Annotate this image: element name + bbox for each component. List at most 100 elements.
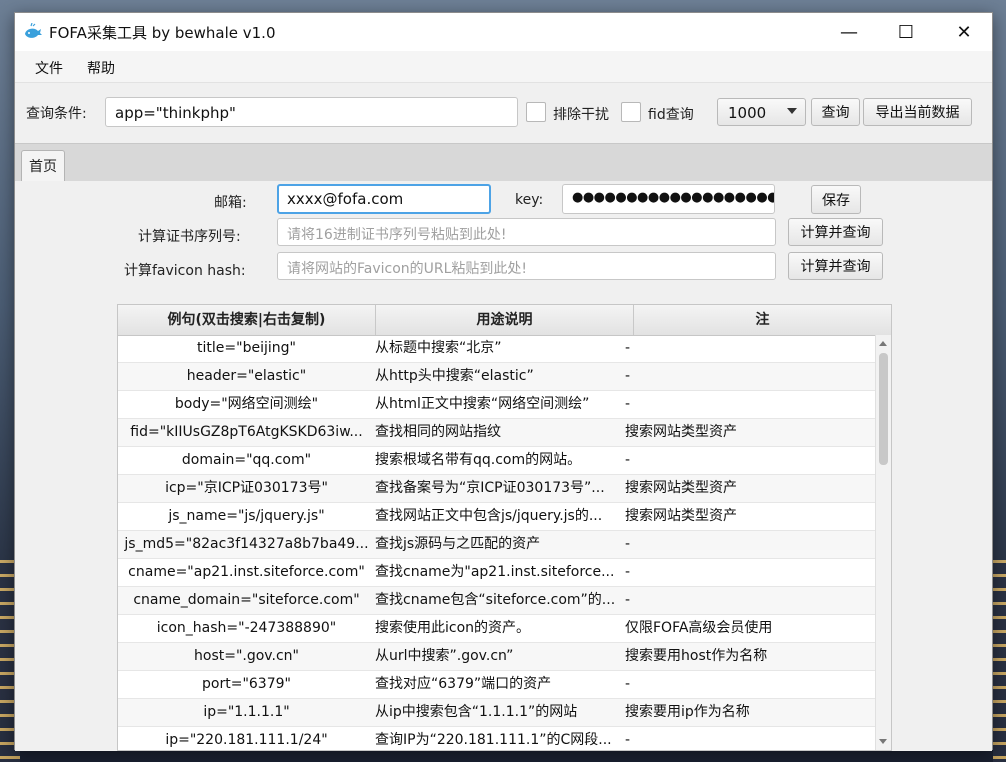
cell-example[interactable]: title="beijing" [118, 335, 375, 362]
menu-help[interactable]: 帮助 [87, 58, 115, 78]
cell-example[interactable]: ip="220.181.111.1/24" [118, 727, 375, 750]
tab-home[interactable]: 首页 [21, 150, 65, 181]
cell-example[interactable]: host=".gov.cn" [118, 643, 375, 670]
cell-usage[interactable]: 从url中搜索”.gov.cn” [375, 643, 621, 670]
table-row[interactable]: title="beijing" 从标题中搜索“北京” - [118, 335, 877, 363]
menu-bar: 文件 帮助 [15, 51, 992, 83]
table-row[interactable]: host=".gov.cn" 从url中搜索”.gov.cn” 搜索要用host作为… [118, 643, 877, 671]
cell-example[interactable]: cname="ap21.inst.siteforce.com" [118, 559, 375, 586]
table-header: 例句(双击搜索|右击复制) 用途说明 注 [118, 305, 891, 336]
cell-example[interactable]: fid="kIIUsGZ8pT6AtgKSKD63iw... [118, 419, 375, 446]
exclude-label: 排除干扰 [553, 107, 609, 123]
table-row[interactable]: js_name="js/jquery.js" 查找网站正文中包含js/jquery… [118, 503, 877, 531]
column-header-usage[interactable]: 用途说明 [376, 305, 634, 335]
column-header-example[interactable]: 例句(双击搜索|右击复制) [118, 305, 376, 335]
key-label: key: [515, 192, 544, 208]
cell-note[interactable]: - [623, 727, 877, 750]
cell-usage[interactable]: 查找cname为"ap21.inst.siteforce... [375, 559, 621, 586]
cell-example[interactable]: icon_hash="-247388890" [118, 615, 375, 642]
cell-note[interactable]: - [623, 559, 877, 586]
cell-example[interactable]: cname_domain="siteforce.com" [118, 587, 375, 614]
table-row[interactable]: cname_domain="siteforce.com" 查找cname包含“si… [118, 587, 877, 615]
email-label: 邮箱: [214, 195, 247, 211]
scroll-up-icon[interactable] [879, 341, 887, 346]
cell-example[interactable]: domain="qq.com" [118, 447, 375, 474]
window-title: FOFA采集工具 by bewhale v1.0 [49, 24, 276, 42]
key-field[interactable]: ●●●●●●●●●●●●●●●●●●●●● [562, 184, 775, 214]
table-row[interactable]: ip="1.1.1.1" 从ip中搜索包含“1.1.1.1”的网站 搜索要用ip作为… [118, 699, 877, 727]
cell-usage[interactable]: 查找网站正文中包含js/jquery.js的... [375, 503, 621, 530]
cell-usage[interactable]: 从http头中搜索“elastic” [375, 363, 621, 390]
column-header-note[interactable]: 注 [634, 305, 891, 335]
fid-label: fid查询 [648, 107, 694, 123]
cell-usage[interactable]: 查找对应“6379”端口的资产 [375, 671, 621, 698]
close-button[interactable]: ✕ [935, 13, 993, 51]
minimize-button[interactable]: — [820, 13, 878, 51]
table-row[interactable]: domain="qq.com" 搜索根域名带有qq.com的网站。 - [118, 447, 877, 475]
cell-note[interactable]: - [623, 391, 877, 418]
cell-note[interactable]: 仅限FOFA高级会员使用 [623, 615, 877, 642]
chevron-down-icon [787, 108, 797, 114]
export-button[interactable]: 导出当前数据 [863, 98, 972, 126]
query-button[interactable]: 查询 [811, 98, 860, 126]
cell-note[interactable]: - [623, 587, 877, 614]
scroll-thumb[interactable] [879, 353, 888, 465]
cell-note[interactable]: 搜索要用host作为名称 [623, 643, 877, 670]
cell-example[interactable]: js_md5="82ac3f14327a8b7ba49... [118, 531, 375, 558]
table-row[interactable]: header="elastic" 从http头中搜索“elastic” - [118, 363, 877, 391]
count-select[interactable]: 1000 [717, 98, 806, 126]
cell-example[interactable]: icp="京ICP证030173号" [118, 475, 375, 502]
desktop-background-right [993, 560, 1006, 762]
menu-file[interactable]: 文件 [35, 58, 63, 78]
favicon-calc-button[interactable]: 计算并查询 [788, 252, 883, 280]
table-row[interactable]: body="网络空间测绘" 从html正文中搜索“网络空间测绘” - [118, 391, 877, 419]
tab-strip: 首页 [15, 143, 992, 182]
cell-example[interactable]: header="elastic" [118, 363, 375, 390]
table-row[interactable]: fid="kIIUsGZ8pT6AtgKSKD63iw... 查找相同的网站指纹搜… [118, 419, 877, 447]
save-button[interactable]: 保存 [811, 185, 861, 214]
cell-example[interactable]: port="6379" [118, 671, 375, 698]
cell-note[interactable]: - [623, 531, 877, 558]
table-row[interactable]: icon_hash="-247388890" 搜索使用此icon的资产。 仅限FOF… [118, 615, 877, 643]
whale-icon [25, 23, 42, 38]
cell-note[interactable]: 搜索要用ip作为名称 [623, 699, 877, 726]
maximize-button[interactable]: ☐ [877, 13, 935, 51]
cell-note[interactable]: 搜索网站类型资产 [623, 503, 877, 530]
query-input[interactable]: app="thinkphp" [105, 97, 518, 127]
syntax-table: 例句(双击搜索|右击复制) 用途说明 注 title="beijing" 从标题中… [117, 304, 892, 751]
cell-example[interactable]: body="网络空间测绘" [118, 391, 375, 418]
cell-usage[interactable]: 查找备案号为“京ICP证030173号”... [375, 475, 621, 502]
exclude-checkbox[interactable] [526, 102, 546, 122]
cell-usage[interactable]: 查找cname包含“siteforce.com”的... [375, 587, 621, 614]
vertical-scrollbar[interactable] [875, 335, 891, 750]
table-row[interactable]: icp="京ICP证030173号" 查找备案号为“京ICP证030173号”..… [118, 475, 877, 503]
fid-checkbox[interactable] [621, 102, 641, 122]
cell-usage[interactable]: 从ip中搜索包含“1.1.1.1”的网站 [375, 699, 621, 726]
cell-usage[interactable]: 搜索根域名带有qq.com的网站。 [375, 447, 621, 474]
table-row[interactable]: cname="ap21.inst.siteforce.com" 查找cname为"… [118, 559, 877, 587]
query-label: 查询条件: [26, 106, 87, 122]
cell-note[interactable]: 搜索网站类型资产 [623, 419, 877, 446]
table-row[interactable]: ip="220.181.111.1/24" 查询IP为“220.181.111.1… [118, 727, 877, 750]
title-bar[interactable]: FOFA采集工具 by bewhale v1.0 — ☐ ✕ [15, 13, 992, 51]
cell-example[interactable]: js_name="js/jquery.js" [118, 503, 375, 530]
favicon-input[interactable]: 请将网站的Favicon的URL粘贴到此处! [277, 252, 776, 280]
cell-usage[interactable]: 查找js源码与之匹配的资产 [375, 531, 621, 558]
cell-usage[interactable]: 从html正文中搜索“网络空间测绘” [375, 391, 621, 418]
cell-note[interactable]: 搜索网站类型资产 [623, 475, 877, 502]
cell-usage[interactable]: 查找相同的网站指纹 [375, 419, 621, 446]
email-field[interactable]: xxxx@fofa.com [277, 184, 491, 214]
cell-note[interactable]: - [623, 363, 877, 390]
cell-usage[interactable]: 从标题中搜索“北京” [375, 335, 621, 362]
scroll-down-icon[interactable] [879, 739, 887, 744]
cell-note[interactable]: - [623, 447, 877, 474]
table-row[interactable]: port="6379" 查找对应“6379”端口的资产 - [118, 671, 877, 699]
cell-usage[interactable]: 查询IP为“220.181.111.1”的C网段... [375, 727, 621, 750]
table-row[interactable]: js_md5="82ac3f14327a8b7ba49... 查找js源码与之匹配… [118, 531, 877, 559]
cell-usage[interactable]: 搜索使用此icon的资产。 [375, 615, 621, 642]
cert-calc-button[interactable]: 计算并查询 [788, 218, 883, 246]
cell-example[interactable]: ip="1.1.1.1" [118, 699, 375, 726]
cell-note[interactable]: - [623, 671, 877, 698]
cert-input[interactable]: 请将16进制证书序列号粘贴到此处! [277, 218, 776, 246]
cell-note[interactable]: - [623, 335, 877, 362]
